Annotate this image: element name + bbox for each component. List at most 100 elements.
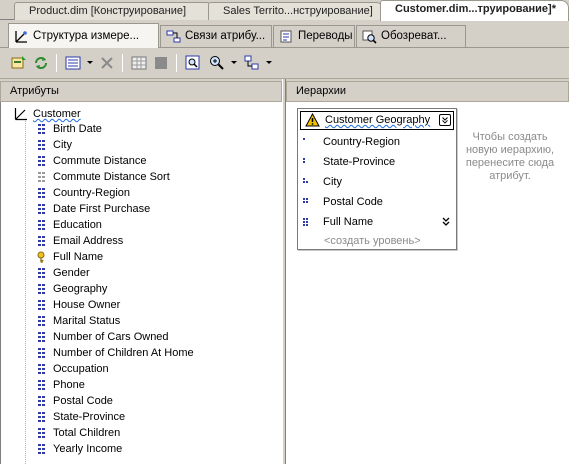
attribute-item[interactable]: Phone [35,377,194,393]
attribute-item[interactable]: Geography [35,281,194,297]
attribute-label: Marital Status [53,315,121,327]
level-label: State-Province [323,156,396,168]
tab-label: Переводы [298,30,353,42]
attribute-label: Commute Distance Sort [53,171,170,183]
level-3-icon [303,178,308,183]
hierarchy-title[interactable]: Customer Geography [300,111,454,130]
attribute-icon [38,204,45,214]
attribute-label: Phone [53,379,85,391]
attribute-item[interactable]: City [35,137,194,153]
attributes-panel: Customer Birth Date City Commute Distance C… [0,102,282,464]
attribute-label: Full Name [53,251,104,263]
delete-icon[interactable] [98,54,116,72]
attribute-item[interactable]: Total Children [35,425,194,441]
hierarchy-level-postal-code[interactable]: Postal Code [302,193,383,211]
key-attribute-icon [37,251,45,263]
dimension-structure-icon [15,31,27,43]
chevron-down-icon[interactable] [87,61,93,64]
attribute-item[interactable]: Country-Region [35,185,194,201]
attribute-icon [38,428,45,438]
attribute-label: Birth Date [53,123,102,135]
tab-browser[interactable]: Обозреват... [356,25,466,47]
attribute-icon [38,268,45,278]
attribute-label: House Owner [53,299,121,311]
hierarchy-level-state-province[interactable]: State-Province [302,153,395,171]
attribute-label: Education [53,219,102,231]
stop-icon[interactable] [152,54,170,72]
attribute-label: Commute Distance [53,155,147,167]
arrange-tables-icon[interactable] [243,54,261,72]
attribute-icon [38,396,45,406]
tab-dimension-structure[interactable]: Структура измере... [8,23,159,49]
attribute-item[interactable]: Email Address [35,233,194,249]
hierarchy-level-full-name[interactable]: Full Name [302,213,373,231]
level-4-icon [303,198,308,203]
attribute-icon [38,348,45,358]
attribute-label: Occupation [53,363,109,375]
designer-tab-strip: Структура измере... Связи атрибу... Пере… [0,21,569,49]
attribute-icon [38,380,45,390]
collapse-icon[interactable] [439,114,451,126]
attribute-icon [38,188,45,198]
show-grid-icon[interactable] [130,54,148,72]
attribute-item[interactable]: State-Province [35,409,194,425]
attribute-item[interactable]: Commute Distance Sort [35,169,194,185]
attribute-item[interactable]: Marital Status [35,313,194,329]
toolbar-separator [122,54,123,72]
tab-label: Обозреват... [381,30,447,42]
zoom-icon[interactable] [208,54,226,72]
attribute-item[interactable]: Date First Purchase [35,201,194,217]
toolbar-separator [56,54,57,72]
refresh-icon[interactable] [32,54,50,72]
tab-attribute-relationships[interactable]: Связи атрибу... [160,25,272,47]
attribute-item[interactable]: Postal Code [35,393,194,409]
hierarchy-card[interactable]: Customer Geography Country-Region State-… [297,108,457,250]
hierarchy-name: Customer Geography [325,114,431,126]
level-label: Postal Code [323,196,383,208]
attribute-item[interactable]: Yearly Income [35,441,194,457]
hierarchies-panel: Customer Geography Country-Region State-… [286,102,569,464]
attribute-icon [38,332,45,342]
chevron-down-icon[interactable] [266,61,272,64]
level-label: Full Name [323,216,374,228]
attribute-item[interactable]: Birth Date [35,121,194,137]
attribute-item[interactable]: Number of Cars Owned [35,329,194,345]
process-icon[interactable] [10,54,28,72]
level-2-icon [303,158,305,163]
zoom-to-fit-icon[interactable] [184,54,202,72]
attribute-label: Country-Region [53,187,131,199]
attribute-icon [38,284,45,294]
attribute-item[interactable]: House Owner [35,297,194,313]
dimension-root-label: Customer [33,108,81,120]
attribute-label: Number of Children At Home [53,347,194,359]
hierarchy-level-city[interactable]: City [302,173,342,191]
doc-tab-sales-territory[interactable]: Sales Territo...нструирование] [208,2,384,20]
attribute-item[interactable]: Education [35,217,194,233]
attribute-label: Date First Purchase [53,203,151,215]
show-list-view-icon[interactable] [64,54,82,72]
level-label: Country-Region [323,136,401,148]
dimension-root-node[interactable]: Customer [14,107,81,121]
chevron-double-down-icon[interactable] [442,217,450,226]
tab-translations[interactable]: Переводы [273,25,355,47]
attribute-item[interactable]: Occupation [35,361,194,377]
document-tab-strip: Product.dim [Конструирование] Sales Terr… [0,0,569,21]
attribute-label: Email Address [53,235,124,247]
level-1-icon [303,138,305,140]
hierarchies-title: Иерархии [296,85,347,97]
hierarchy-level-country-region[interactable]: Country-Region [302,133,400,151]
attribute-item[interactable]: Gender [35,265,194,281]
attribute-list: Birth Date City Commute Distance Commute Di… [35,121,194,457]
browser-icon [362,30,377,44]
doc-tab-product[interactable]: Product.dim [Конструирование] [14,2,214,20]
chevron-down-icon[interactable] [231,61,237,64]
warning-icon [305,113,320,127]
doc-tab-customer[interactable]: Customer.dim...труирование]* [380,0,569,21]
attribute-icon [38,156,45,166]
attribute-item[interactable]: Number of Children At Home [35,345,194,361]
new-level-placeholder[interactable]: <создать уровень> [324,235,421,247]
attribute-icon [38,444,45,454]
attribute-label: Total Children [53,427,121,439]
attribute-item[interactable]: Commute Distance [35,153,194,169]
attribute-item[interactable]: Full Name [35,249,194,265]
